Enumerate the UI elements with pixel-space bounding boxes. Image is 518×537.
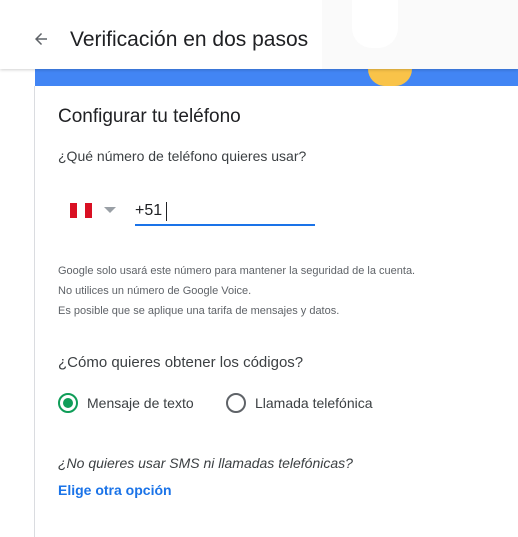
info-line-fees: Es posible que se aplique una tarifa de … bbox=[58, 305, 340, 317]
arrow-left-icon bbox=[35, 33, 47, 45]
alternative-question: ¿No quieres usar SMS ni llamadas telefón… bbox=[58, 455, 353, 471]
choose-other-option-link[interactable]: Elige otra opción bbox=[58, 482, 172, 498]
radio-label-text-message[interactable]: Mensaje de texto bbox=[87, 395, 194, 411]
info-line-google-voice: No utilices un número de Google Voice. bbox=[58, 285, 252, 297]
illustration-shape bbox=[352, 0, 398, 48]
banner-accent bbox=[368, 69, 412, 86]
phone-question: ¿Qué número de teléfono quieres usar? bbox=[58, 148, 307, 164]
page-title: Verificación en dos pasos bbox=[70, 28, 309, 51]
header-banner bbox=[35, 69, 518, 86]
radio-text-message[interactable] bbox=[58, 393, 78, 413]
radio-phone-call[interactable] bbox=[226, 393, 246, 413]
codes-question: ¿Cómo quieres obtener los códigos? bbox=[58, 354, 304, 371]
section-title: Configurar tu teléfono bbox=[58, 106, 241, 127]
back-button[interactable] bbox=[28, 26, 54, 52]
phone-number-input[interactable] bbox=[135, 198, 315, 226]
header-illustration bbox=[322, 0, 518, 69]
info-line-security: Google solo usará este número para mante… bbox=[58, 265, 416, 277]
country-dropdown-icon[interactable] bbox=[104, 207, 116, 213]
radio-label-phone-call[interactable]: Llamada telefónica bbox=[255, 395, 373, 411]
top-header: Verificación en dos pasos bbox=[0, 0, 518, 69]
card-border bbox=[34, 86, 35, 537]
peru-flag-icon[interactable] bbox=[70, 203, 92, 218]
text-caret bbox=[166, 202, 167, 221]
